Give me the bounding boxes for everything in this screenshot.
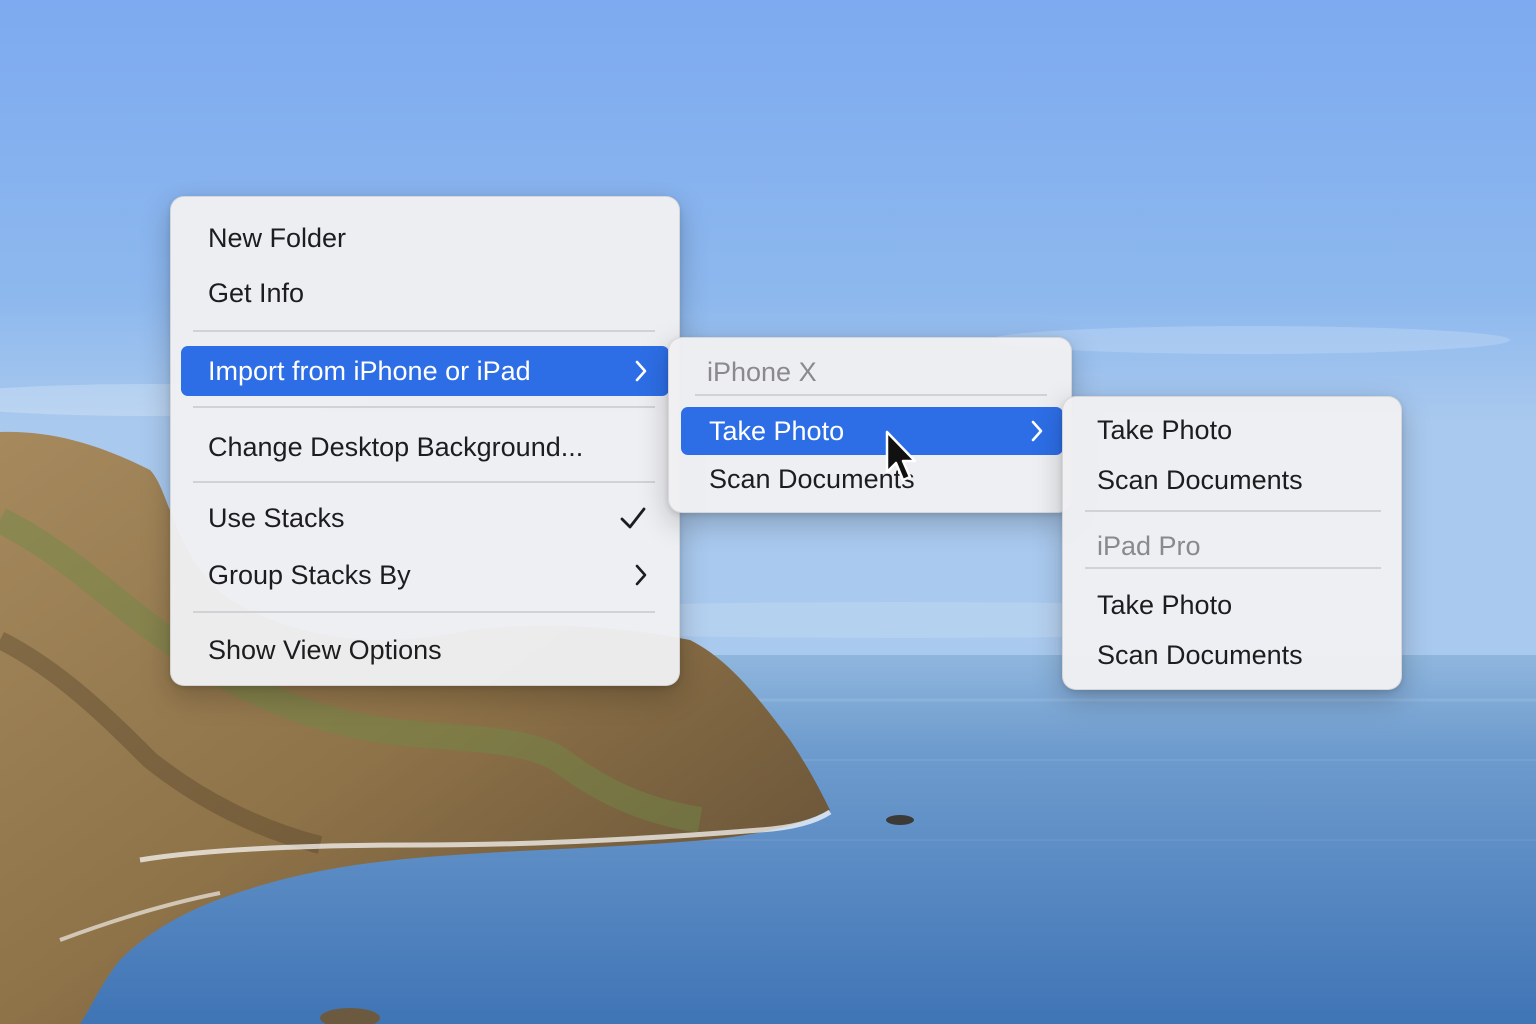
menu-item-take-photo[interactable]: Take Photo <box>1073 409 1391 451</box>
chevron-right-icon <box>1031 420 1043 442</box>
import-submenu: iPhone X Take Photo Scan Documents <box>668 337 1072 513</box>
menu-separator <box>193 611 655 613</box>
arrow-pointer-icon <box>885 430 917 482</box>
menu-item-label: Take Photo <box>709 415 845 446</box>
device-header-label: iPad Pro <box>1097 530 1201 561</box>
menu-item-new-folder[interactable]: New Folder <box>181 217 669 259</box>
menu-item-take-photo[interactable]: Take Photo <box>1073 584 1391 626</box>
menu-separator <box>193 481 655 483</box>
menu-separator <box>193 406 655 408</box>
menu-item-label: Take Photo <box>1097 589 1233 620</box>
device-header-label: iPhone X <box>707 356 817 387</box>
menu-item-label: Take Photo <box>1097 414 1233 445</box>
menu-item-scan-documents[interactable]: Scan Documents <box>1073 459 1391 501</box>
menu-item-scan-documents[interactable]: Scan Documents <box>681 458 1063 500</box>
menu-item-label: Scan Documents <box>1097 464 1303 495</box>
menu-item-label: Show View Options <box>208 634 442 665</box>
menu-separator <box>1085 567 1381 569</box>
menu-item-scan-documents[interactable]: Scan Documents <box>1073 634 1391 676</box>
menu-item-group-stacks-by[interactable]: Group Stacks By <box>181 554 669 596</box>
menu-separator <box>193 330 655 332</box>
chevron-right-icon <box>635 360 647 382</box>
device-header-ipad-pro: iPad Pro <box>1073 525 1391 567</box>
menu-separator <box>1085 510 1381 512</box>
menu-item-get-info[interactable]: Get Info <box>181 272 669 314</box>
menu-item-show-view-options[interactable]: Show View Options <box>181 629 669 671</box>
checkmark-icon <box>620 507 646 529</box>
menu-item-use-stacks[interactable]: Use Stacks <box>181 497 669 539</box>
desktop-context-menu: New Folder Get Info Import from iPhone o… <box>170 196 680 686</box>
menu-item-import-from-iphone-or-ipad[interactable]: Import from iPhone or iPad <box>181 346 669 396</box>
menu-item-label: Scan Documents <box>1097 639 1303 670</box>
menu-item-label: Group Stacks By <box>208 559 411 590</box>
menu-item-label: Import from iPhone or iPad <box>208 355 531 386</box>
menu-item-label: Use Stacks <box>208 502 345 533</box>
device-submenu: Take Photo Scan Documents iPad Pro Take … <box>1062 396 1402 690</box>
menu-item-label: New Folder <box>208 222 347 253</box>
device-header-iphone-x: iPhone X <box>681 352 1061 392</box>
menu-item-label: Change Desktop Background... <box>208 431 584 462</box>
menu-separator <box>695 394 1047 396</box>
menu-item-label: Get Info <box>208 277 305 308</box>
menu-item-change-desktop-background[interactable]: Change Desktop Background... <box>181 426 669 468</box>
menu-item-take-photo[interactable]: Take Photo <box>681 407 1063 455</box>
chevron-right-icon <box>635 564 647 586</box>
